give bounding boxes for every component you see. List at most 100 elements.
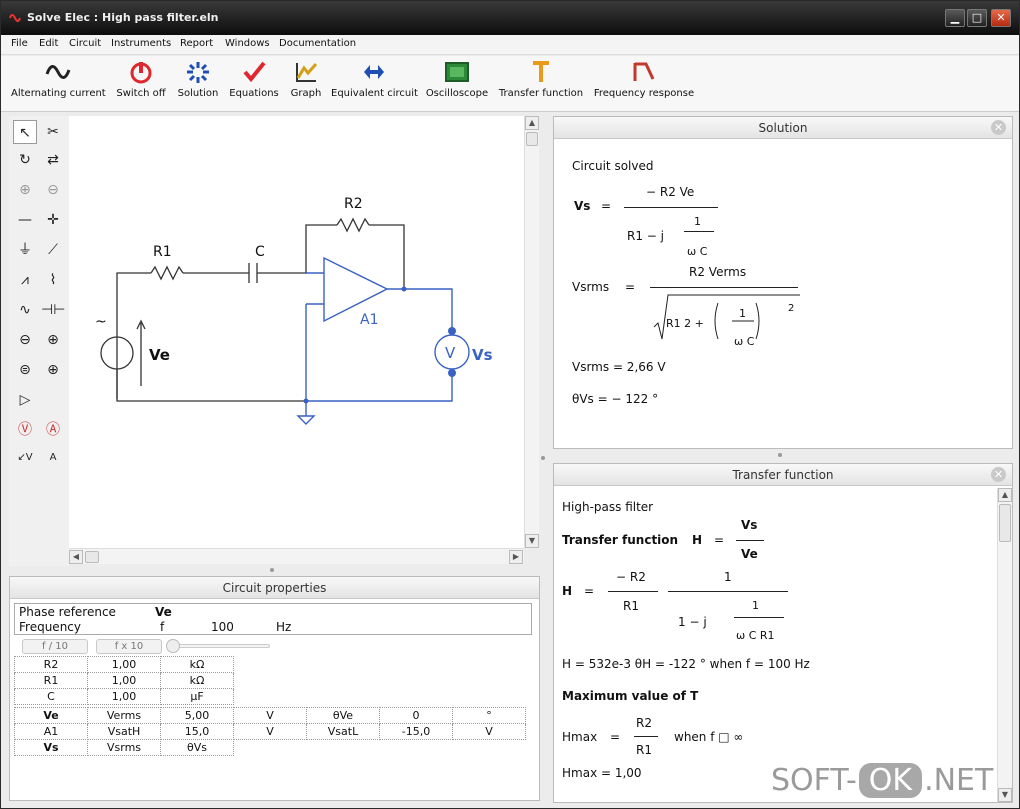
scroll-thumb[interactable]: [999, 504, 1011, 542]
minus-r2: − R2: [616, 570, 646, 584]
rotate-icon[interactable]: ↻: [13, 148, 37, 172]
c-label: C: [255, 244, 265, 260]
cell-value[interactable]: 1,00: [87, 672, 161, 689]
cell-value[interactable]: 15,0: [160, 723, 234, 740]
graph-icon: [296, 63, 318, 82]
menu-circuit[interactable]: Circuit: [69, 38, 101, 49]
canvas-vertical-scrollbar[interactable]: ▲ ▼: [524, 116, 539, 548]
fraction-bar: [650, 287, 798, 288]
inductor-icon[interactable]: ∿: [13, 298, 37, 322]
solution-button[interactable]: Solution: [175, 60, 221, 99]
splitter-handle[interactable]: [270, 568, 274, 572]
equations-button[interactable]: Equations: [227, 60, 281, 99]
flip-icon[interactable]: ⇄: [41, 148, 65, 172]
phase-frequency-box: Phase reference Ve Frequency f 100 Hz: [14, 603, 532, 635]
cell-name: Vs: [14, 739, 88, 756]
h-symbol: H: [562, 584, 573, 598]
menu-file[interactable]: File: [11, 38, 28, 49]
variable-resistor-icon[interactable]: ⌇: [41, 268, 65, 292]
wire-icon[interactable]: —: [13, 208, 37, 232]
transfer-vertical-scrollbar[interactable]: ▲ ▼: [997, 488, 1012, 802]
cell-param: Verms: [87, 707, 161, 724]
hscroll-thumb[interactable]: [85, 551, 99, 563]
frequency-value[interactable]: 100: [211, 620, 234, 634]
source-table: Ve Verms 5,00 V θVe 0 ° A1 VsatH 15,0 V …: [14, 707, 526, 740]
watermark: SOFT- OK .NET: [771, 763, 993, 798]
current-probe-icon[interactable]: A: [41, 446, 65, 470]
equivalent-circuit-button[interactable]: Equivalent circuit: [331, 60, 418, 99]
vsrms-result: Vsrms = 2,66 V: [572, 360, 666, 374]
frequency-response-button[interactable]: Frequency response: [593, 60, 695, 99]
cell-value[interactable]: 1,00: [87, 656, 161, 673]
menu-edit[interactable]: Edit: [39, 38, 58, 49]
switch-icon[interactable]: ⟋: [41, 238, 65, 262]
phase-reference-label: Phase reference: [19, 605, 116, 619]
frequency-multiply-button[interactable]: f x 10: [96, 639, 162, 654]
menu-windows[interactable]: Windows: [225, 38, 270, 49]
maximize-button[interactable]: □: [967, 9, 987, 27]
splitter-handle-vertical[interactable]: [541, 456, 545, 460]
cell-value[interactable]: 5,00: [160, 707, 234, 724]
close-solution-icon[interactable]: ✕: [991, 120, 1006, 135]
cell-param: VsatH: [87, 723, 161, 740]
op-amp-icon[interactable]: ▷: [13, 388, 37, 412]
ammeter-icon[interactable]: Ⓐ: [41, 418, 65, 442]
theta-vs-result: θVs = − 122 °: [572, 392, 659, 406]
switch-off-button[interactable]: Switch off: [113, 60, 169, 99]
circuit-properties-panel: Circuit properties Phase reference Ve Fr…: [9, 576, 540, 801]
ac-current-source-icon[interactable]: ⊕: [41, 358, 65, 382]
window-title: Solve Elec : High pass filter.eln: [27, 11, 219, 24]
zoom-in-icon[interactable]: ⊕: [13, 178, 37, 202]
oscilloscope-button[interactable]: Oscilloscope: [425, 60, 489, 99]
scroll-thumb[interactable]: [526, 132, 538, 146]
voltmeter-icon[interactable]: Ⓥ: [13, 418, 37, 442]
graph-button[interactable]: Graph: [287, 60, 325, 99]
cell-value[interactable]: 1,00: [87, 688, 161, 705]
cell-unit: V: [233, 707, 307, 724]
scroll-right-icon[interactable]: ▶: [509, 550, 523, 564]
canvas-horizontal-scrollbar[interactable]: ◀ ▶: [69, 548, 524, 564]
transfer-function-button[interactable]: Transfer function: [497, 60, 585, 99]
voltage-source-icon[interactable]: ⊖: [13, 328, 37, 352]
cell-param: Vsrms: [87, 739, 161, 756]
close-transfer-icon[interactable]: ✕: [991, 467, 1006, 482]
cell-value[interactable]: -15,0: [379, 723, 453, 740]
frequency-slider-knob[interactable]: [166, 639, 180, 653]
scroll-up-icon[interactable]: ▲: [998, 488, 1012, 502]
wire-cutter-icon[interactable]: ✂: [41, 120, 65, 144]
close-window-button[interactable]: ✕: [991, 9, 1011, 27]
solution-title: Solution: [554, 117, 1012, 139]
alternating-current-button[interactable]: Alternating current: [11, 60, 106, 99]
menu-instruments[interactable]: Instruments: [111, 38, 171, 49]
menu-report[interactable]: Report: [180, 38, 213, 49]
circuit-canvas[interactable]: R1 C R2 A1 ~ Ve V Vs: [69, 116, 524, 548]
current-source-icon[interactable]: ⊕: [41, 328, 65, 352]
cell-unit: kΩ: [160, 656, 234, 673]
ground-icon[interactable]: ⏚: [13, 238, 37, 262]
menu-documentation[interactable]: Documentation: [279, 38, 356, 49]
vs-label: Vs: [472, 346, 493, 364]
voltage-probe-icon[interactable]: ↙V: [13, 446, 37, 470]
scroll-left-icon[interactable]: ◀: [69, 550, 83, 564]
frequency-slider-track[interactable]: [166, 644, 270, 648]
phase-reference-value[interactable]: Ve: [155, 605, 172, 619]
splitter-handle-right[interactable]: [778, 453, 782, 457]
watermark-prefix: SOFT-: [771, 763, 857, 798]
scroll-down-icon[interactable]: ▼: [525, 534, 539, 548]
sine-wave-icon: [45, 65, 71, 79]
resistor-icon[interactable]: ⩘: [13, 268, 37, 292]
minimize-button[interactable]: ▁: [945, 9, 965, 27]
cell-value[interactable]: 0: [379, 707, 453, 724]
ac-voltage-source-icon[interactable]: ⊜: [13, 358, 37, 382]
scroll-up-icon[interactable]: ▲: [525, 116, 539, 130]
transfer-function-panel: Transfer function ✕ ▲ ▼ High-pass filter…: [553, 463, 1013, 803]
component-palette: ↖ ✂ ↻ ⇄ ⊕ ⊖ — ✛ ⏚ ⟋ ⩘ ⌇ ∿ ⊣⊢ ⊖ ⊕ ⊜ ⊕ ▷ Ⓥ…: [9, 116, 69, 566]
node-icon[interactable]: ✛: [41, 208, 65, 232]
zoom-out-icon[interactable]: ⊖: [41, 178, 65, 202]
fraction-bar: [624, 207, 718, 208]
cell-unit: V: [233, 723, 307, 740]
frequency-divide-button[interactable]: f / 10: [22, 639, 88, 654]
capacitor-icon[interactable]: ⊣⊢: [41, 298, 65, 322]
select-pointer-icon[interactable]: ↖: [13, 120, 37, 144]
scroll-down-icon[interactable]: ▼: [998, 788, 1012, 802]
